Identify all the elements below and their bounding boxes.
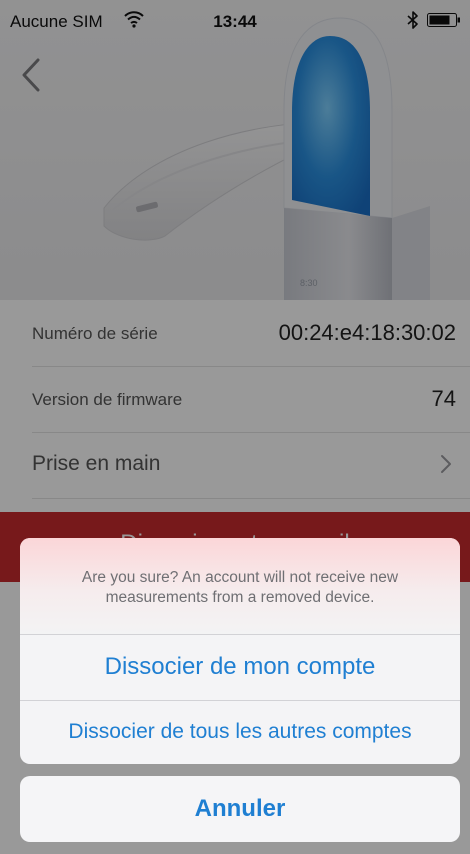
- action-sheet-message: Are you sure? An account will not receiv…: [20, 538, 460, 635]
- dissociate-all-other-accounts-button[interactable]: Dissocier de tous les autres comptes: [20, 700, 460, 764]
- action-sheet-message-text: Are you sure? An account will not receiv…: [81, 569, 399, 606]
- dissociate-my-account-button[interactable]: Dissocier de mon compte: [20, 635, 460, 701]
- action-sheet: Are you sure? An account will not receiv…: [20, 538, 460, 764]
- cancel-button[interactable]: Annuler: [20, 776, 460, 842]
